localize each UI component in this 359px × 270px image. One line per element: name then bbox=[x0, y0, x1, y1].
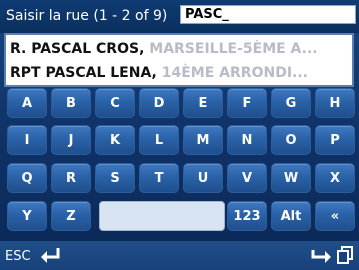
street-search-input[interactable]: PASC_ bbox=[180, 5, 356, 24]
key-c[interactable]: C bbox=[95, 88, 135, 118]
key-z[interactable]: Z bbox=[51, 201, 91, 231]
space-key[interactable] bbox=[99, 201, 225, 231]
result-street: R. PASCAL CROS, bbox=[10, 41, 145, 57]
result-street: RPT PASCAL LENA, bbox=[10, 65, 157, 81]
key-u[interactable]: U bbox=[183, 163, 223, 193]
key-i[interactable]: I bbox=[7, 125, 47, 155]
key-o[interactable]: O bbox=[271, 125, 311, 155]
key-b[interactable]: B bbox=[51, 88, 91, 118]
footer-bar: ESC bbox=[0, 241, 359, 270]
key-j[interactable]: J bbox=[51, 125, 91, 155]
key-m[interactable]: M bbox=[183, 125, 223, 155]
copy-icon[interactable] bbox=[336, 246, 354, 264]
result-item[interactable]: R. PASCAL CROS, MARSEILLE-5ÈME A... bbox=[10, 37, 352, 61]
key-g[interactable]: G bbox=[271, 88, 311, 118]
esc-button[interactable]: ESC bbox=[5, 249, 31, 264]
key-l[interactable]: L bbox=[139, 125, 179, 155]
key-r[interactable]: R bbox=[51, 163, 91, 193]
key-n[interactable]: N bbox=[227, 125, 267, 155]
key-y[interactable]: Y bbox=[7, 201, 47, 231]
result-area: 14ÈME ARRONDI... bbox=[156, 65, 308, 81]
key-k[interactable]: K bbox=[95, 125, 135, 155]
key-v[interactable]: V bbox=[227, 163, 267, 193]
backspace-key[interactable]: « bbox=[315, 201, 355, 231]
result-area: MARSEILLE-5ÈME A... bbox=[144, 41, 318, 57]
key-t[interactable]: T bbox=[139, 163, 179, 193]
result-item[interactable]: RPT PASCAL LENA, 14ÈME ARRONDI... bbox=[10, 61, 352, 85]
key-d[interactable]: D bbox=[139, 88, 179, 118]
back-arrow-icon[interactable] bbox=[39, 246, 61, 264]
key-a[interactable]: A bbox=[7, 88, 47, 118]
key-q[interactable]: Q bbox=[7, 163, 47, 193]
key-e[interactable]: E bbox=[183, 88, 223, 118]
keyboard-screen: Saisir la rue (1 - 2 of 9) PASC_ R. PASC… bbox=[0, 0, 359, 270]
street-prompt-label: Saisir la rue (1 - 2 of 9) bbox=[6, 8, 168, 24]
key-h[interactable]: H bbox=[315, 88, 355, 118]
results-list: R. PASCAL CROS, MARSEILLE-5ÈME A... RPT … bbox=[4, 33, 354, 87]
key-w[interactable]: W bbox=[271, 163, 311, 193]
header-bar: Saisir la rue (1 - 2 of 9) PASC_ bbox=[0, 0, 359, 33]
key-s[interactable]: S bbox=[95, 163, 135, 193]
numeric-key[interactable]: 123 bbox=[227, 201, 267, 231]
enter-arrow-icon[interactable] bbox=[311, 246, 333, 264]
key-p[interactable]: P bbox=[315, 125, 355, 155]
key-x[interactable]: X bbox=[315, 163, 355, 193]
alt-key[interactable]: Alt bbox=[271, 201, 311, 231]
key-f[interactable]: F bbox=[227, 88, 267, 118]
